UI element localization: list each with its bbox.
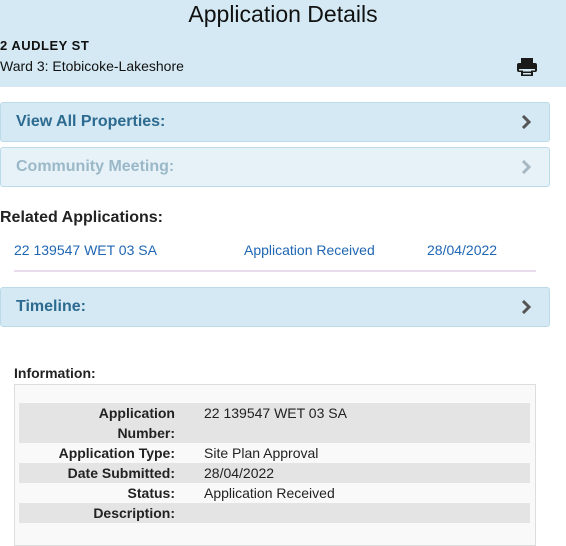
page-title: Application Details <box>188 1 378 27</box>
info-value: Site Plan Approval <box>204 445 319 461</box>
related-application-row[interactable]: 22 139547 WET 03 SA Application Received… <box>14 240 536 272</box>
info-key: Date Submitted: <box>67 465 175 481</box>
info-row-date-submitted: Date Submitted: 28/04/2022 <box>19 463 530 483</box>
information-label: Information: <box>14 365 96 381</box>
related-application-status[interactable]: Application Received <box>244 242 375 258</box>
view-all-properties-panel[interactable]: View All Properties: <box>0 102 550 142</box>
info-row-description: Description: <box>19 503 530 523</box>
ward-label: Ward 3: Etobicoke-Lakeshore <box>0 58 184 74</box>
info-value: Application Received <box>204 485 335 501</box>
related-application-number[interactable]: 22 139547 WET 03 SA <box>14 242 157 258</box>
print-icon[interactable] <box>516 57 538 77</box>
page-header: Application Details 2 AUDLEY ST Ward 3: … <box>0 0 566 87</box>
community-meeting-panel[interactable]: Community Meeting: <box>0 147 550 187</box>
related-applications-title: Related Applications: <box>0 209 163 226</box>
chevron-right-icon <box>521 160 532 174</box>
chevron-right-icon <box>521 115 532 129</box>
timeline-panel[interactable]: Timeline: <box>0 287 550 327</box>
info-value: 28/04/2022 <box>204 465 275 481</box>
view-all-properties-label: View All Properties: <box>16 113 166 130</box>
related-application-date[interactable]: 28/04/2022 <box>427 242 497 258</box>
info-row-application-type: Application Type: Site Plan Approval <box>19 443 530 463</box>
info-row-application-number: Application Number: 22 139547 WET 03 SA <box>19 403 530 443</box>
info-key: Application <box>98 405 175 421</box>
info-value: 22 139547 WET 03 SA <box>204 405 347 421</box>
info-key: Application Type: <box>58 445 175 461</box>
property-address: 2 AUDLEY ST <box>0 38 90 53</box>
info-key: Number: <box>117 425 175 441</box>
info-row-status: Status: Application Received <box>19 483 530 503</box>
chevron-right-icon <box>521 300 532 314</box>
information-table: Application Number: 22 139547 WET 03 SA … <box>14 384 536 546</box>
community-meeting-label: Community Meeting: <box>16 158 175 175</box>
info-key: Description: <box>93 505 175 521</box>
timeline-label: Timeline: <box>16 298 86 315</box>
info-key: Status: <box>127 485 175 501</box>
